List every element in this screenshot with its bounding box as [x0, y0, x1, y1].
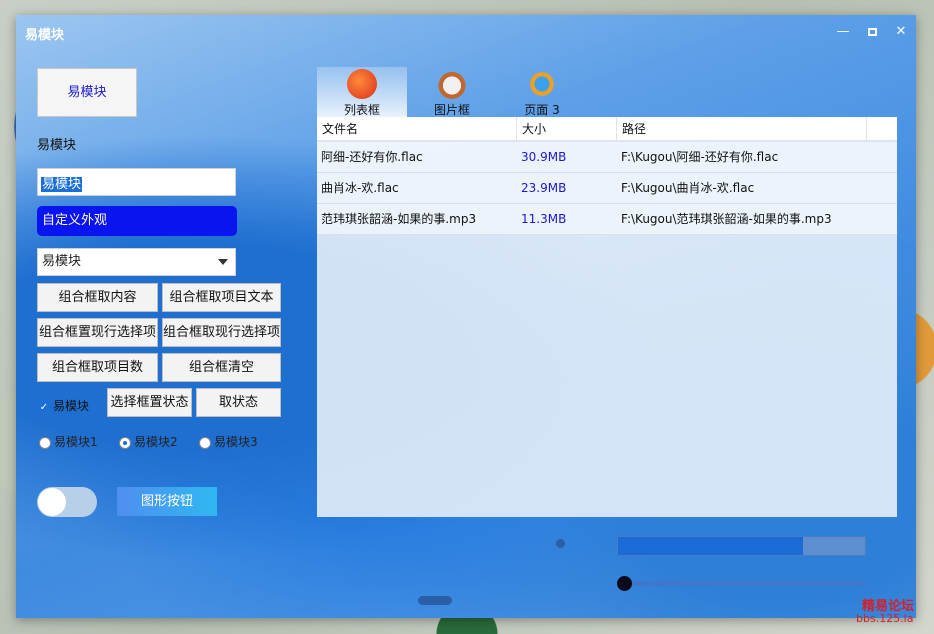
app-window: 易模块 — ✕ 易模块 易模块 易模块 自定义外观 易模块 组合框取内容 组合框… [16, 15, 916, 618]
tab-label: 图片框 [433, 103, 470, 117]
radio-2[interactable]: 易模块2 [119, 433, 178, 450]
get-state-button[interactable]: 取状态 [196, 388, 281, 417]
list-header: 文件名 大小 路径 [317, 117, 897, 141]
radio-1[interactable]: 易模块1 [39, 433, 98, 450]
radio-selected-icon [119, 436, 131, 449]
file-list-view[interactable]: 文件名 大小 路径 阿细-还好有你.flac 30.9MB F:\Kugou\阿… [317, 117, 897, 517]
checkbox[interactable]: ✓ 易模块 [38, 397, 89, 414]
rabbit-icon [437, 69, 467, 99]
toggle-switch[interactable] [37, 487, 97, 517]
maximize-icon [867, 28, 877, 36]
cell-path: F:\Kugou\曲肖冰-欢.flac [621, 181, 755, 195]
watermark-url: bbs.125.la [856, 612, 914, 625]
column-header-name[interactable]: 文件名 [317, 117, 517, 141]
title-bar[interactable]: 易模块 — ✕ [16, 15, 916, 49]
dropdown-arrow-icon[interactable] [218, 259, 228, 265]
radio-label: 易模块1 [54, 435, 98, 449]
cell-name: 阿细-还好有你.flac [321, 150, 423, 164]
indicator-dot [556, 539, 565, 548]
red-ghost-icon [347, 69, 377, 99]
radio-label: 易模块2 [134, 435, 178, 449]
column-header-size[interactable]: 大小 [517, 117, 617, 141]
big-button[interactable]: 易模块 [37, 68, 137, 117]
tab-label: 列表框 [343, 103, 380, 117]
radio-3[interactable]: 易模块3 [199, 433, 258, 450]
combo-get-selection-button[interactable]: 组合框取现行选择项 [162, 318, 281, 347]
cell-size: 11.3MB [521, 212, 567, 226]
cell-path: F:\Kugou\阿细-还好有你.flac [621, 150, 779, 164]
radio-circle-icon [199, 436, 211, 449]
slider-thumb[interactable] [617, 576, 632, 591]
tab-label: 页面 3 [524, 103, 560, 117]
close-button[interactable]: ✕ [890, 22, 912, 42]
table-row[interactable]: 阿细-还好有你.flac 30.9MB F:\Kugou\阿细-还好有你.fla… [317, 142, 897, 173]
combo-box[interactable]: 易模块 [37, 248, 236, 276]
cell-path: F:\Kugou\范玮琪张韶涵-如果的事.mp3 [621, 212, 832, 226]
tab-list[interactable]: 列表框 [317, 67, 407, 117]
combo-get-count-button[interactable]: 组合框取项目数 [37, 353, 158, 382]
planet-icon [527, 69, 557, 99]
combo-clear-button[interactable]: 组合框清空 [162, 353, 281, 382]
checkbox-label: 易模块 [53, 399, 90, 413]
combo-value: 易模块 [42, 254, 82, 269]
set-checkbox-state-button[interactable]: 选择框置状态 [107, 388, 192, 417]
toggle-knob [38, 488, 66, 516]
combo-set-selection-button[interactable]: 组合框置现行选择项 [37, 318, 158, 347]
edit-selected-text: 易模块 [41, 177, 83, 192]
progress-bar [617, 536, 866, 556]
combo-get-item-text-button[interactable]: 组合框取项目文本 [162, 283, 281, 312]
text-edit[interactable]: 易模块 [37, 168, 236, 196]
tab-picture[interactable]: 图片框 [407, 67, 497, 117]
slider-track[interactable] [617, 576, 866, 591]
column-header-path[interactable]: 路径 [617, 117, 867, 141]
window-title: 易模块 [25, 28, 65, 43]
minimize-button[interactable]: — [832, 22, 854, 42]
maximize-button[interactable] [861, 22, 883, 42]
checkbox-check-icon: ✓ [38, 400, 50, 413]
cell-size: 30.9MB [521, 150, 567, 164]
cell-name: 曲肖冰-欢.flac [321, 181, 399, 195]
combo-get-content-button[interactable]: 组合框取内容 [37, 283, 158, 312]
cell-size: 23.9MB [521, 181, 567, 195]
drag-handle[interactable] [418, 596, 452, 605]
radio-circle-icon [39, 436, 51, 449]
graphic-button[interactable]: 图形按钮 [117, 487, 217, 516]
tab-page-3[interactable]: 页面 3 [497, 67, 587, 117]
static-label: 易模块 [37, 138, 77, 153]
table-row[interactable]: 范玮琪张韶涵-如果的事.mp3 11.3MB F:\Kugou\范玮琪张韶涵-如… [317, 204, 897, 235]
table-row[interactable]: 曲肖冰-欢.flac 23.9MB F:\Kugou\曲肖冰-欢.flac [317, 173, 897, 204]
custom-appearance-button[interactable]: 自定义外观 [37, 206, 237, 236]
radio-label: 易模块3 [214, 435, 258, 449]
progress-fill [618, 537, 804, 555]
cell-name: 范玮琪张韶涵-如果的事.mp3 [321, 212, 477, 226]
